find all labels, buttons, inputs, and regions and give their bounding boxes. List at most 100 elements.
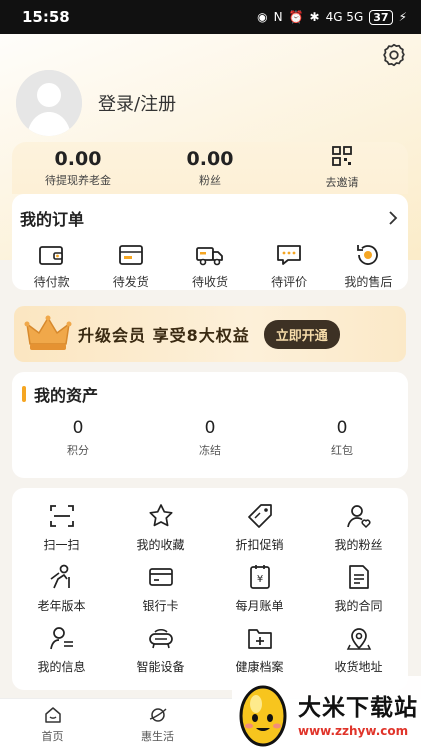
tag-icon (247, 504, 272, 528)
order-label: 待收货 (191, 275, 228, 289)
tool-bank-card[interactable]: 银行卡 (111, 563, 210, 614)
vip-banner[interactable]: 升级会员 享受8大权益 立即开通 (14, 306, 406, 362)
avatar[interactable] (16, 70, 82, 136)
orders-header[interactable]: 我的订单 (12, 194, 408, 230)
battery-icon: 37 (369, 9, 393, 25)
qr-code-icon (332, 146, 352, 166)
tool-monthly-bill[interactable]: ¥ 每月账单 (210, 563, 309, 614)
profile-section[interactable]: 登录/注册 (16, 70, 176, 136)
order-pending-review[interactable]: 待评价 (252, 242, 326, 290)
order-label: 待付款 (33, 275, 70, 289)
card-icon (148, 568, 173, 586)
orders-card: 我的订单 待付款 待发货 待收货 待评价 我的售后 (12, 194, 408, 290)
tool-my-info[interactable]: 我的信息 (12, 624, 111, 675)
order-pending-payment[interactable]: 待付款 (15, 242, 89, 290)
order-label: 我的售后 (344, 275, 393, 289)
charging-icon: ⚡ (398, 10, 407, 24)
elder-icon (49, 564, 70, 589)
asset-red-packet[interactable]: 0 红包 (292, 418, 392, 458)
bill-icon: ¥ (249, 565, 270, 589)
rice-mascot-icon (239, 685, 287, 747)
order-after-sales[interactable]: 我的售后 (331, 242, 405, 290)
tool-label: 扫一扫 (43, 538, 80, 552)
scan-icon (49, 505, 74, 527)
tool-label: 健康档案 (235, 660, 284, 674)
vip-text: 升级会员 享受8大权益 (78, 326, 250, 345)
tool-address[interactable]: 收货地址 (309, 624, 408, 675)
star-icon (148, 504, 173, 527)
orders-title: 我的订单 (20, 210, 85, 229)
tool-label: 折扣促销 (235, 538, 284, 552)
watermark-url: www.zzhyw.com (298, 724, 409, 738)
order-label: 待发货 (112, 275, 149, 289)
tool-fans[interactable]: 我的粉丝 (309, 502, 408, 553)
accent-bar (22, 386, 26, 402)
status-time: 15:58 (22, 8, 70, 26)
asset-value: 0 (204, 418, 216, 438)
tool-label: 我的信息 (37, 660, 86, 674)
orders-row: 待付款 待发货 待收货 待评价 我的售后 (12, 242, 408, 290)
health-folder-icon (247, 629, 272, 649)
tab-life[interactable]: 惠生活 (105, 699, 210, 750)
signal-icon: 4G 5G (325, 10, 364, 24)
box-icon (118, 245, 143, 265)
tool-label: 银行卡 (142, 599, 179, 613)
wallet-icon (38, 246, 63, 265)
stat-fans[interactable]: 0.00 粉丝 (150, 148, 270, 188)
watermark-logo: 大米下载站 www.zzhyw.com (232, 676, 421, 750)
asset-value: 0 (336, 418, 348, 438)
alarm-icon: ⏰ (288, 10, 304, 24)
bluetooth-icon: ✱ (309, 10, 320, 24)
location-icon (346, 628, 371, 650)
assets-header: 我的资产 (12, 372, 408, 406)
tool-label: 智能设备 (136, 660, 185, 674)
tool-contract[interactable]: 我的合同 (309, 563, 408, 614)
login-register-link[interactable]: 登录/注册 (98, 90, 176, 116)
order-pending-shipment[interactable]: 待发货 (94, 242, 168, 290)
tab-label: 首页 (41, 730, 64, 743)
watermark-title: 大米下载站 (298, 695, 418, 721)
stat-invite[interactable]: 去邀请 (282, 146, 402, 190)
stat-pension[interactable]: 0.00 待提现养老金 (18, 148, 138, 188)
tool-smart-device[interactable]: 智能设备 (111, 624, 210, 675)
tool-label: 每月账单 (235, 599, 284, 613)
tools-card: 扫一扫 我的收藏 折扣促销 我的粉丝 老年版本 银行卡 ¥ 每月账单 我的合同 … (12, 488, 408, 690)
vip-open-button[interactable]: 立即开通 (263, 319, 340, 349)
tool-discount[interactable]: 折扣促销 (210, 502, 309, 553)
crown-icon (24, 315, 72, 350)
asset-frozen[interactable]: 0 冻结 (160, 418, 260, 458)
contract-icon (348, 565, 369, 589)
assets-card: 我的资产 0 积分 0 冻结 0 红包 (12, 372, 408, 478)
tool-label: 老年版本 (37, 599, 86, 613)
tool-favorites[interactable]: 我的收藏 (111, 502, 210, 553)
device-icon (148, 628, 173, 649)
comment-icon (277, 245, 302, 265)
asset-points[interactable]: 0 积分 (28, 418, 128, 458)
tool-label: 我的粉丝 (334, 538, 383, 552)
asset-label: 红包 (331, 444, 353, 457)
tab-home[interactable]: 首页 (0, 699, 105, 750)
chevron-right-icon[interactable] (386, 210, 400, 226)
stat-value: 0.00 (186, 148, 234, 170)
tool-scan[interactable]: 扫一扫 (12, 502, 111, 553)
eye-icon: ◉ (257, 10, 268, 24)
truck-icon (196, 247, 223, 266)
tool-elder-mode[interactable]: 老年版本 (12, 563, 111, 614)
stat-label: 粉丝 (199, 174, 221, 187)
tool-label: 我的收藏 (136, 538, 185, 552)
order-label: 待评价 (271, 275, 308, 289)
stats-card: 0.00 待提现养老金 0.00 粉丝 去邀请 (12, 142, 408, 194)
stat-label: 待提现养老金 (45, 174, 111, 187)
fans-icon (346, 505, 371, 529)
tools-grid: 扫一扫 我的收藏 折扣促销 我的粉丝 老年版本 银行卡 ¥ 每月账单 我的合同 … (12, 488, 408, 675)
tool-health-record[interactable]: 健康档案 (210, 624, 309, 675)
order-pending-receipt[interactable]: 待收货 (173, 242, 247, 290)
status-bar: 15:58 ◉ N ⏰ ✱ 4G 5G 37 ⚡ (0, 0, 421, 34)
default-avatar-icon (16, 70, 82, 136)
asset-value: 0 (72, 418, 84, 438)
home-icon (44, 707, 61, 723)
tab-label: 惠生活 (141, 730, 174, 743)
stat-value: 0.00 (54, 148, 102, 170)
settings-gear-icon[interactable] (381, 42, 407, 68)
assets-row: 0 积分 0 冻结 0 红包 (12, 418, 408, 458)
